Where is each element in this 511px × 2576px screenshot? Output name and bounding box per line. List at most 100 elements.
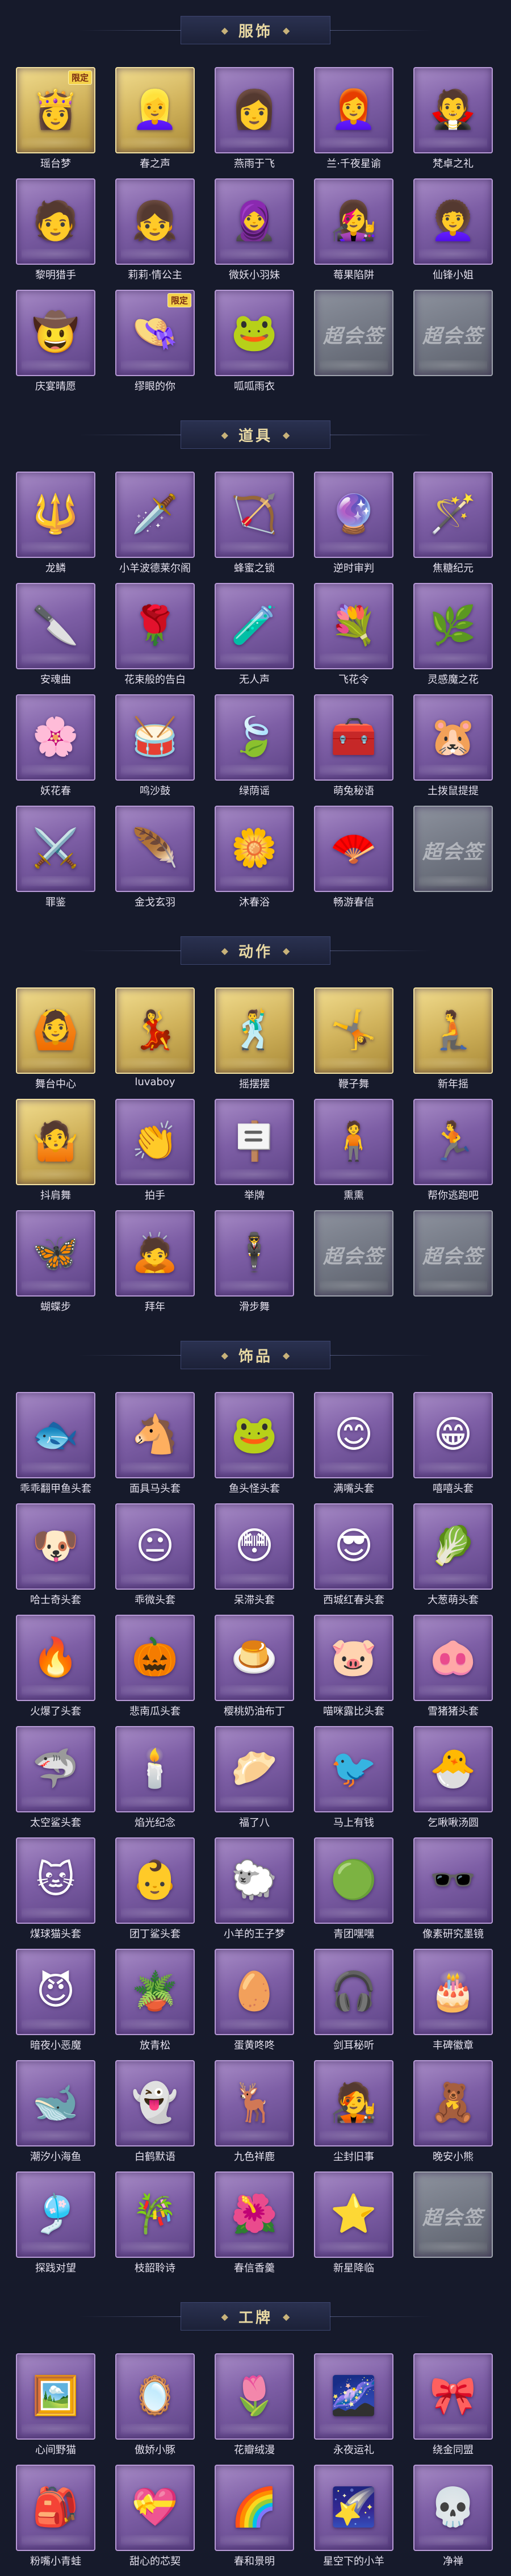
item-card[interactable]: 😈 暗夜小恶魔 xyxy=(16,1949,95,2054)
item-card[interactable]: 👒 限定 缪眼的你 xyxy=(115,290,195,395)
item-card[interactable]: 😁 嘻嘻头套 xyxy=(413,1392,493,1498)
item-card[interactable]: 👏 拍手 xyxy=(115,1099,195,1204)
item-card[interactable]: 🌷 花瓣绒漫 xyxy=(215,2353,294,2459)
item-card[interactable]: 🧑 黎明猎手 xyxy=(16,178,95,284)
item-card[interactable]: 🎀 绕金同盟 xyxy=(413,2353,493,2459)
item-card[interactable]: 🟢 青团嘿嘿 xyxy=(314,1837,393,1943)
item-card[interactable]: 🍮 樱桃奶油布丁 xyxy=(215,1615,294,1720)
item-card[interactable]: 😳 呆滞头套 xyxy=(215,1503,294,1609)
item-card[interactable]: 🧍 熏熏 xyxy=(314,1099,393,1204)
item-card[interactable]: 👻 白鹤默语 xyxy=(115,2060,195,2166)
item-card[interactable]: 🎃 悲南瓜头套 xyxy=(115,1615,195,1720)
item-card[interactable]: 🏃 帮你逃跑吧 xyxy=(413,1099,493,1204)
item-card[interactable]: 🥁 鸣沙鼓 xyxy=(115,694,195,800)
item-card[interactable]: 🎂 丰碑徽章 xyxy=(413,1949,493,2054)
item-card[interactable]: 🧕 微妖小羽妹 xyxy=(215,178,294,284)
item-card[interactable]: 🏹 蜂蜜之锁 xyxy=(215,472,294,577)
item-card[interactable]: 🪄 焦糖纪元 xyxy=(413,472,493,577)
item-card[interactable]: 🧪 无人声 xyxy=(215,583,294,689)
item-card[interactable]: 💐 飞花令 xyxy=(314,583,393,689)
item-card[interactable]: 🌹 花束般的告白 xyxy=(115,583,195,689)
empty-slot: 超会签 xyxy=(413,1210,493,1316)
item-card[interactable]: 🗡️ 小羊波德莱尔阁 xyxy=(115,472,195,577)
item-card[interactable]: 🪶 金戈玄羽 xyxy=(115,806,195,911)
item-card[interactable]: 🎒 粉嘴小青蛙 xyxy=(16,2465,95,2570)
item-card[interactable]: 🌌 永夜运礼 xyxy=(314,2353,393,2459)
item-card[interactable]: 🌿 灵感魔之花 xyxy=(413,583,493,689)
item-card[interactable]: 🎧 剑耳秘听 xyxy=(314,1949,393,2054)
item-card[interactable]: 🌸 妖花春 xyxy=(16,694,95,800)
item-card[interactable]: 😐 乖微头套 xyxy=(115,1503,195,1609)
item-card[interactable]: 🐶 哈士奇头套 xyxy=(16,1503,95,1609)
item-card[interactable]: ⚔️ 罪鉴 xyxy=(16,806,95,911)
item-card[interactable]: 🪭 畅游春信 xyxy=(314,806,393,911)
item-card[interactable]: 😎 西城红春头套 xyxy=(314,1503,393,1609)
item-thumbnail: 🎋 xyxy=(115,2171,195,2258)
item-card[interactable]: 🐑 小羊的王子梦 xyxy=(215,1837,294,1943)
item-card[interactable]: 🤷 抖肩舞 xyxy=(16,1099,95,1204)
item-card[interactable]: 🤠 庆宴晴愿 xyxy=(16,290,95,395)
item-card[interactable]: 🥬 大葱萌头套 xyxy=(413,1503,493,1609)
item-card[interactable]: 🐱 煤球猫头套 xyxy=(16,1837,95,1943)
item-card[interactable]: 🦋 蝴蝶步 xyxy=(16,1210,95,1316)
item-card[interactable]: 🪞 傲娇小豚 xyxy=(115,2353,195,2459)
item-icon: 🧕 xyxy=(231,199,278,243)
item-card[interactable]: 🌼 沐春浴 xyxy=(215,806,294,911)
item-card[interactable]: 👩‍🦱 仙锋小姐 xyxy=(413,178,493,284)
item-card[interactable]: 🔥 火爆了头套 xyxy=(16,1615,95,1720)
item-card[interactable]: 💀 净禅 xyxy=(413,2465,493,2570)
item-card[interactable]: 👧 莉莉·情公主 xyxy=(115,178,195,284)
item-card[interactable]: 💝 甜心的芯契 xyxy=(115,2465,195,2570)
item-card[interactable]: 🧰 萌兔秘语 xyxy=(314,694,393,800)
item-card[interactable]: 🍃 绿荫谣 xyxy=(215,694,294,800)
item-card[interactable]: 🥚 蛋黄咚咚 xyxy=(215,1949,294,2054)
item-card[interactable]: ⭐ 新星降临 xyxy=(314,2171,393,2277)
item-card[interactable]: 🌠 星空下的小羊 xyxy=(314,2465,393,2570)
item-card[interactable]: 🧑‍🎤 尘封旧事 xyxy=(314,2060,393,2166)
item-icon: 💀 xyxy=(429,2485,477,2529)
item-card[interactable]: 👸 限定 瑶台梦 xyxy=(16,67,95,173)
item-card[interactable]: 🧛 梵卓之礼 xyxy=(413,67,493,173)
item-card[interactable]: 👩‍🦰 兰·千夜星谕 xyxy=(314,67,393,173)
item-card[interactable]: 🐋 潮汐小海鱼 xyxy=(16,2060,95,2166)
item-card[interactable]: 🐽 雪猪猪头套 xyxy=(413,1615,493,1720)
item-card[interactable]: 🐸 呱呱雨衣 xyxy=(215,290,294,395)
item-card[interactable]: 😊 满嘴头套 xyxy=(314,1392,393,1498)
item-card[interactable]: 🌈 春和景明 xyxy=(215,2465,294,2570)
item-card[interactable]: 🦈 太空鲨头套 xyxy=(16,1726,95,1832)
item-card[interactable]: 🕯️ 焰光纪念 xyxy=(115,1726,195,1832)
item-card[interactable]: 🪧 举牌 xyxy=(215,1099,294,1204)
item-card[interactable]: 🖼️ 心间野猫 xyxy=(16,2353,95,2459)
item-name: 晚安小熊 xyxy=(433,2151,474,2163)
item-card[interactable]: 🐸 鱼头怪头套 xyxy=(215,1392,294,1498)
item-card[interactable]: 🐦 马上有钱 xyxy=(314,1726,393,1832)
item-card[interactable]: 🙆 舞台中心 xyxy=(16,987,95,1093)
item-card[interactable]: 🐟 乖乖翻甲鱼头套 xyxy=(16,1392,95,1498)
item-card[interactable]: 🐹 土拨鼠提提 xyxy=(413,694,493,800)
item-card[interactable]: 🤸 鞭子舞 xyxy=(314,987,393,1093)
item-card[interactable]: 🧎 新年摇 xyxy=(413,987,493,1093)
item-card[interactable]: 🌺 春信香羹 xyxy=(215,2171,294,2277)
diamond-icon: ◆ xyxy=(283,945,290,956)
item-card[interactable]: 🕶️ 像素研究墨镜 xyxy=(413,1837,493,1943)
item-card[interactable]: 🕺 摇摆摆 xyxy=(215,987,294,1093)
item-card[interactable]: 👩 燕雨于飞 xyxy=(215,67,294,173)
item-card[interactable]: 🐣 乞啾啾汤圆 xyxy=(413,1726,493,1832)
item-card[interactable]: 🙇 拜年 xyxy=(115,1210,195,1316)
item-card[interactable]: 🧸 晚安小熊 xyxy=(413,2060,493,2166)
item-card[interactable]: 🎋 枝韶聆诗 xyxy=(115,2171,195,2277)
item-card[interactable]: 👩‍🎤 莓果陷阱 xyxy=(314,178,393,284)
item-card[interactable]: 🐴 面具马头套 xyxy=(115,1392,195,1498)
item-card[interactable]: 🎐 探践对望 xyxy=(16,2171,95,2277)
item-card[interactable]: 🦌 九色祥鹿 xyxy=(215,2060,294,2166)
item-card[interactable]: 🪴 放青松 xyxy=(115,1949,195,2054)
item-card[interactable]: 🔪 安魂曲 xyxy=(16,583,95,689)
item-card[interactable]: 👱‍♀️ 春之声 xyxy=(115,67,195,173)
item-card[interactable]: 👶 团丁鲨头套 xyxy=(115,1837,195,1943)
item-card[interactable]: 🕴️ 滑步舞 xyxy=(215,1210,294,1316)
item-card[interactable]: 💃 luvaboy xyxy=(115,987,195,1093)
item-card[interactable]: 🐷 喵咪露比头套 xyxy=(314,1615,393,1720)
item-card[interactable]: 🔮 逆时审判 xyxy=(314,472,393,577)
item-card[interactable]: 🔱 龙鳞 xyxy=(16,472,95,577)
item-card[interactable]: 🥟 福了八 xyxy=(215,1726,294,1832)
